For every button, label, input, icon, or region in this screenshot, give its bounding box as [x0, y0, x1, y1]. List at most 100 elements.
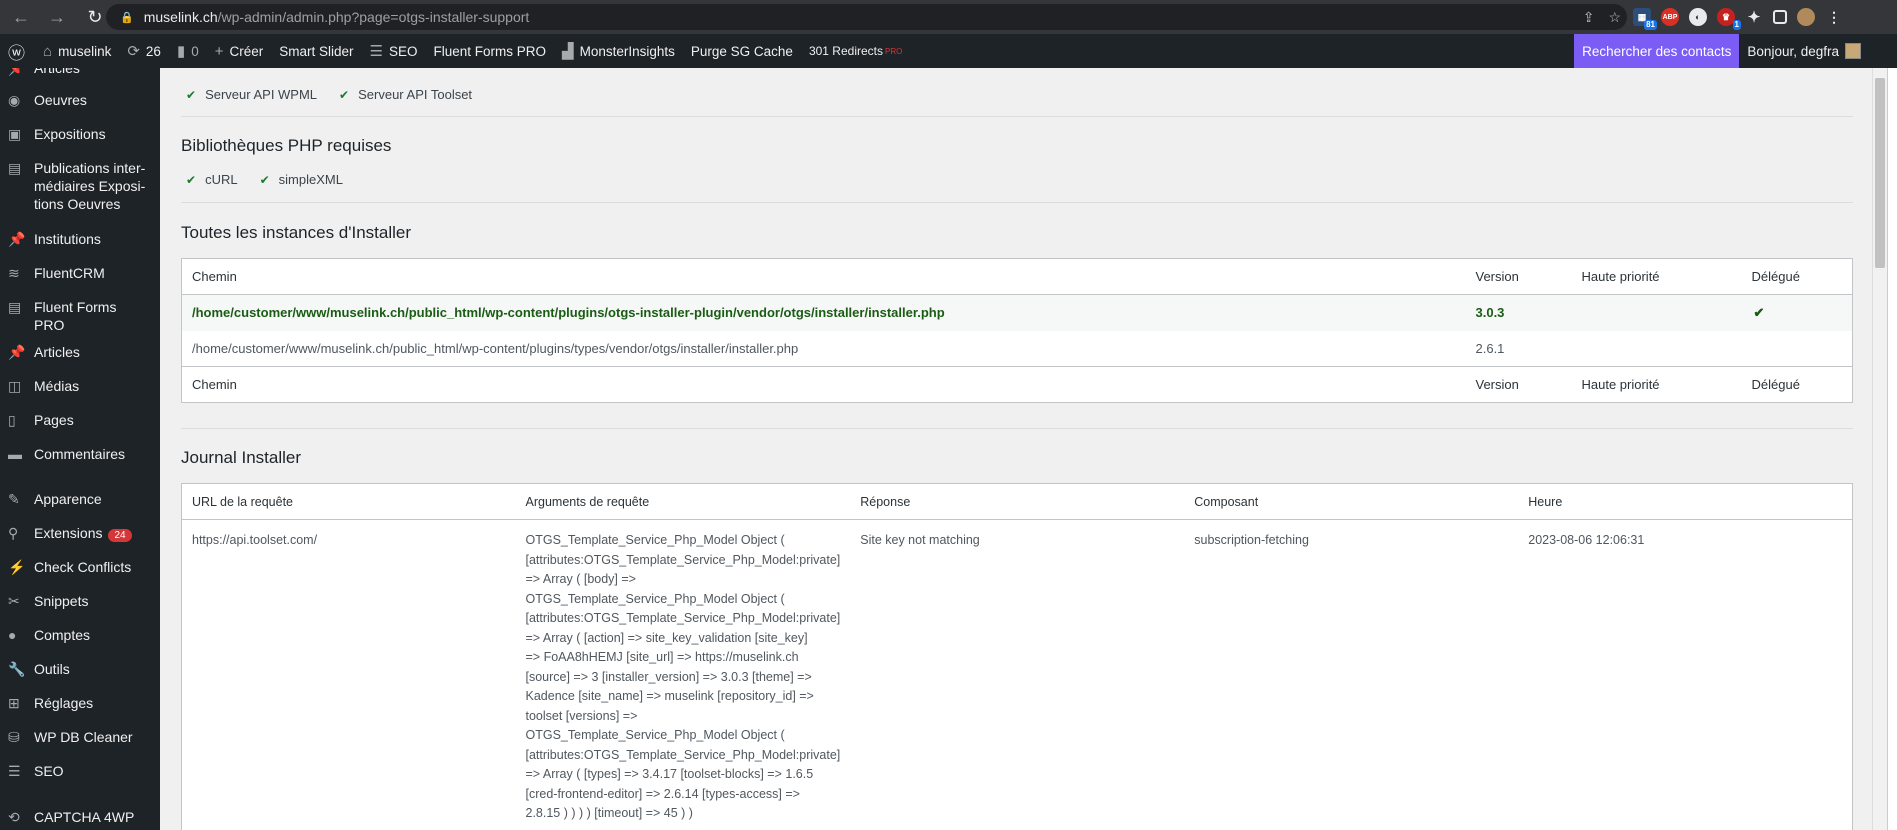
fluent-forms-link[interactable]: Fluent Forms PRO [426, 34, 555, 68]
sidebar-item-snippets[interactable]: ✂ Snippets [0, 592, 160, 610]
media-icon: ◫ [8, 378, 22, 394]
request-args: OTGS_Template_Service_Php_Model Object (… [525, 533, 841, 820]
bolt-icon: ⚡ [8, 559, 26, 575]
sidebar-item-reglages[interactable]: ⊞ Réglages [0, 694, 160, 712]
monsterinsights-link[interactable]: ▟ MonsterInsights [554, 34, 683, 68]
pin-icon: 📌 [8, 344, 26, 360]
instance-delegate [1742, 331, 1853, 367]
sidebar-item-apparence[interactable]: ✎ Apparence [0, 490, 160, 508]
column-header: Version [1465, 258, 1572, 295]
scrollbar-thumb[interactable] [1875, 78, 1885, 268]
instances-title: Toutes les instances d'Installer [181, 223, 412, 242]
column-footer: Haute priorité [1571, 366, 1742, 403]
sidepanel-icon[interactable] [1773, 10, 1787, 24]
server-status-item: Serveur API Toolset [339, 87, 472, 102]
response-text: Site key not matching [860, 533, 980, 547]
wp-admin-bar: ⓦ ⌂ muselink ⟳ 26 ▮ 0 + Créer Smart Slider ☰… [0, 34, 1897, 68]
sidebar-item-expositions[interactable]: ▣ Expositions [0, 125, 160, 143]
plugin-icon: ⚲ [8, 525, 19, 541]
sidebar-item-fluentcrm[interactable]: ≋ FluentCRM [0, 264, 160, 282]
column-header: Heure [1518, 483, 1853, 520]
column-header: Arguments de requête [515, 483, 851, 520]
seo-link[interactable]: ☰ SEO [362, 34, 426, 68]
share-icon[interactable]: ⇪ [1583, 9, 1595, 26]
column-header: Réponse [850, 483, 1185, 520]
store-icon: ▤ [8, 160, 22, 176]
sidebar-item-captcha[interactable]: ⟲ CAPTCHA 4WP [0, 808, 160, 826]
search-contacts-button[interactable]: Rechercher des contacts [1574, 34, 1740, 68]
column-header: Haute priorité [1571, 258, 1742, 295]
journal-title: Journal Installer [181, 448, 302, 467]
redirects-link[interactable]: 301 Redirects PRO [801, 34, 910, 68]
sidebar-item-pages[interactable]: ▯ Pages [0, 411, 160, 429]
address-bar[interactable]: 🔒 muselink.ch/wp-admin/admin.php?page=ot… [106, 4, 1627, 30]
column-footer: Délégué [1741, 366, 1853, 403]
column-header: Chemin [181, 258, 1466, 295]
extension-icon[interactable]: ▦ 81 [1633, 8, 1657, 30]
column-header: Composant [1184, 483, 1519, 520]
sidebar-item-medias[interactable]: ◫ Médias [0, 377, 160, 395]
purge-cache-link[interactable]: Purge SG Cache [683, 34, 801, 68]
image-icon: ▣ [8, 126, 22, 142]
sidebar-item-wp-db-cleaner[interactable]: ⛁ WP DB Cleaner [0, 728, 160, 746]
sidebar-item-check-conflicts[interactable]: ⚡ Check Conflicts [0, 558, 160, 576]
avatar [1845, 43, 1861, 59]
url-path: /wp-admin/admin.php?page=otgs-installer-… [217, 9, 530, 25]
extension-icon[interactable]: ◐ [1689, 8, 1707, 26]
sidebar-item-oeuvres[interactable]: ◉ Oeuvres [0, 91, 160, 109]
instance-priority [1571, 294, 1742, 331]
browser-toolbar: ← → ↻ 🔒 muselink.ch/wp-admin/admin.php?p… [0, 0, 1897, 34]
table-row: https://api.toolset.com/ OTGS_Template_S… [182, 520, 1853, 830]
column-header: URL de la requête [181, 483, 516, 520]
adjacent-window-edge [1887, 68, 1897, 830]
home-icon: ⌂ [43, 42, 53, 60]
crm-icon: ≋ [8, 265, 20, 281]
instances-table: Chemin Version Haute priorité Délégué /h… [181, 258, 1853, 403]
sidebar-item-fluent-forms[interactable]: ▤ Fluent Forms PRO [0, 298, 160, 334]
server-status-list: Serveur API WPML Serveur API Toolset [186, 87, 472, 102]
extension-icon[interactable]: ♛ 1 [1717, 8, 1741, 30]
user-greeting[interactable]: Bonjour, degfra [1739, 34, 1869, 68]
comment-icon: ▬ [8, 446, 22, 462]
divider [181, 428, 1853, 429]
brush-icon: ✎ [8, 491, 20, 507]
sidebar-item-extensions[interactable]: ⚲ Extensions 24 [0, 524, 160, 545]
puzzle-icon[interactable]: ✦ [1745, 8, 1763, 26]
sidebar-item-seo[interactable]: ☰ SEO [0, 762, 160, 780]
instance-path: /home/customer/www/muselink.ch/public_ht… [181, 294, 1466, 331]
column-footer: Version [1465, 366, 1572, 403]
lock-icon: 🔒 [120, 11, 134, 24]
sidebar-item-publications[interactable]: ▤ Publications inter-médiaires Exposi-tio… [0, 159, 160, 213]
sidebar-item-articles[interactable]: 📌 Articles [0, 343, 160, 361]
updates-icon: ⟳ [127, 43, 140, 60]
scissors-icon: ✂ [8, 593, 20, 609]
sidebar-item-comptes[interactable]: ● Comptes [0, 626, 160, 644]
updates-link[interactable]: ⟳ 26 [119, 34, 169, 68]
database-icon: ⛁ [8, 729, 20, 745]
create-new-link[interactable]: + Créer [207, 34, 272, 68]
sidebar-item-outils[interactable]: 🔧 Outils [0, 660, 160, 678]
update-count-badge: 24 [108, 529, 132, 542]
server-status-item: Serveur API WPML [186, 87, 317, 102]
reload-icon[interactable]: ↻ [82, 4, 108, 30]
comment-icon: ▮ [176, 43, 186, 60]
bookmark-star-icon[interactable]: ☆ [1608, 9, 1621, 26]
sidebar-item-institutions[interactable]: 📌 Institutions [0, 230, 160, 248]
smart-slider-link[interactable]: Smart Slider [271, 34, 361, 68]
forward-arrow-icon[interactable]: → [44, 4, 70, 30]
back-arrow-icon[interactable]: ← [8, 4, 34, 30]
sidebar-item-commentaires[interactable]: ▬ Commentaires [0, 445, 160, 463]
profile-avatar[interactable] [1797, 8, 1815, 26]
sidebar-item-articles-cut[interactable]: 📌 Articles [0, 68, 160, 77]
page-scrollbar[interactable] [1872, 68, 1887, 830]
pin-icon: 📌 [8, 231, 26, 247]
request-time: 2023-08-06 12:06:31 [1528, 533, 1645, 547]
adblock-icon[interactable]: ABP [1661, 8, 1679, 26]
comments-link[interactable]: ▮ 0 [169, 34, 207, 68]
bar-chart-icon: ▟ [562, 43, 574, 60]
site-name-link[interactable]: ⌂ muselink [35, 34, 119, 68]
menu-kebab-icon[interactable]: ⋮ [1825, 8, 1843, 26]
palette-icon: ◉ [8, 92, 21, 108]
wordpress-logo-icon[interactable]: ⓦ [0, 34, 35, 68]
forms-icon: ▤ [8, 299, 22, 315]
